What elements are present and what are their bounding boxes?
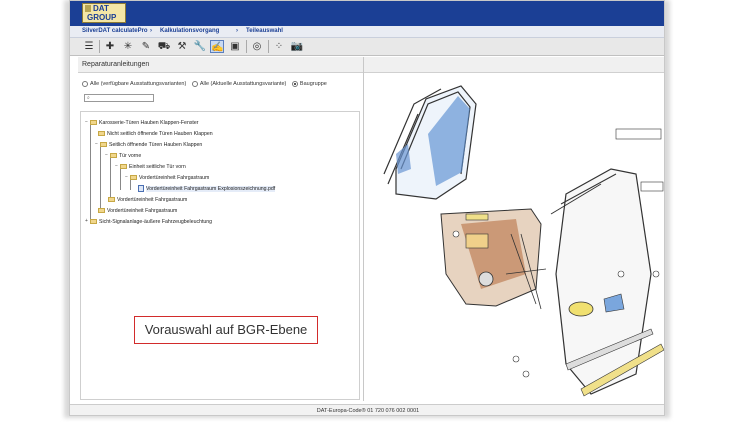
mirror-part	[568, 301, 594, 317]
folder-icon	[108, 197, 115, 203]
tree-node-label: Karosserie-Türen Hauben Klappen-Fenster	[99, 120, 199, 126]
tree-node[interactable]: Vordertüreinheit Fahrgastraum	[108, 196, 187, 204]
pane-divider[interactable]	[363, 57, 364, 401]
tree-node[interactable]: Vordertüreinheit Fahrgastraum	[98, 207, 177, 215]
app-window: DAT GROUP SilverDAT calculatePro › Kalku…	[69, 0, 665, 416]
tree-node[interactable]: − Seitlich öffnende Türen Hauben Klappen	[94, 141, 202, 149]
tree-node[interactable]: − Tür vorne	[104, 152, 141, 160]
callout-annotation: Vorauswahl auf BGR-Ebene	[134, 316, 318, 344]
top-header-bar: DAT GROUP	[70, 1, 664, 26]
expand-icon[interactable]: +	[84, 219, 89, 224]
radio-label: Alle (Aktuelle Ausstattungsvariante)	[199, 81, 287, 87]
folder-icon	[98, 131, 105, 137]
radio-label: Baugruppe	[299, 81, 327, 87]
tire-icon[interactable]: ◎	[250, 40, 264, 53]
camera-icon[interactable]: 📷	[290, 40, 304, 53]
sparkle-icon[interactable]: ✳	[121, 40, 135, 53]
panel-title: Reparaturanleitungen	[78, 57, 664, 73]
breadcrumb-item-teileauswahl[interactable]: Teileauswahl	[246, 28, 283, 34]
dat-group-logo[interactable]: DAT GROUP	[82, 3, 126, 23]
breadcrumb: SilverDAT calculatePro › Kalkulationsvor…	[70, 26, 664, 38]
tree-connector	[90, 123, 91, 223]
toolbar-separator	[99, 40, 100, 53]
car-damage-icon[interactable]: ⚒	[175, 40, 189, 53]
logo-text-dat: DAT	[93, 4, 109, 13]
tree-node-label: Vordertüreinheit Fahrgastraum	[139, 175, 210, 181]
radio-baugruppe[interactable]	[291, 81, 298, 87]
tree-node[interactable]: + Sicht-Signalanlage-äußere Fahrzeugbeleu…	[84, 218, 212, 226]
search-icon: ⌕	[87, 95, 90, 101]
collapse-icon[interactable]: −	[124, 175, 129, 180]
radio-all-variants[interactable]	[82, 81, 88, 87]
folder-icon	[120, 164, 127, 170]
wrench-icon[interactable]: 🔧	[193, 40, 207, 53]
breadcrumb-separator: ›	[150, 28, 152, 34]
tree-connector	[100, 147, 101, 213]
tree-node[interactable]: − Einheit seitliche Tür vorn	[114, 163, 186, 171]
tree-node-pdf[interactable]: Vordertüreinheit Fahrgastraum Explosions…	[138, 185, 276, 193]
paint-icon[interactable]: ✎	[139, 40, 153, 53]
radio-label: Alle (verfügbare Ausstattungsvarianten)	[90, 81, 187, 87]
breadcrumb-item-kalkulationsvorgang[interactable]: Kalkulationsvorgang	[160, 28, 219, 34]
breadcrumb-item-calculatepro[interactable]: SilverDAT calculatePro	[82, 28, 148, 34]
collapse-icon[interactable]: −	[94, 142, 99, 147]
collapse-icon[interactable]: −	[84, 120, 89, 125]
footer-europa-code: DAT-Europa-Code® 01 720 076 002 0001	[70, 404, 664, 415]
tree-node[interactable]: − Karosserie-Türen Hauben Klappen-Fenster	[84, 119, 198, 127]
tree-node-label: Einheit seitliche Tür vorn	[129, 164, 186, 170]
folder-icon	[100, 142, 107, 148]
collapse-icon[interactable]: −	[104, 153, 109, 158]
add-parts-icon[interactable]: ✚	[103, 40, 117, 53]
tree-node[interactable]: − Vordertüreinheit Fahrgastraum	[124, 174, 209, 182]
folder-icon	[90, 219, 97, 225]
repair-tree: − Karosserie-Türen Hauben Klappen-Fenster…	[80, 111, 360, 400]
tree-node-label: Vordertüreinheit Fahrgastraum Explosions…	[146, 186, 276, 192]
image-icon[interactable]: ▣	[228, 40, 242, 53]
toolbar-separator	[246, 40, 247, 53]
tree-node-label: Tür vorne	[119, 153, 142, 159]
menu-icon[interactable]: ☰	[82, 40, 96, 53]
toolbar-separator	[268, 40, 269, 53]
folder-icon	[110, 153, 117, 159]
folder-icon	[130, 175, 137, 181]
tree-node[interactable]: Nicht seitlich öffnende Türen Hauben Kla…	[98, 130, 213, 138]
car-icon[interactable]: ⛟	[157, 40, 171, 53]
tree-node-label: Seitlich öffnende Türen Hauben Klappen	[109, 142, 203, 148]
folder-icon	[98, 208, 105, 214]
tree-node-label: Vordertüreinheit Fahrgastraum	[107, 208, 178, 214]
logo-text-group: GROUP	[87, 13, 117, 22]
search-input[interactable]: ⌕	[84, 94, 154, 102]
radio-current-variant[interactable]	[191, 81, 198, 87]
tree-node-label: Vordertüreinheit Fahrgastraum	[117, 197, 188, 203]
folder-icon	[90, 120, 97, 126]
repair-instructions-icon[interactable]: ✍	[210, 40, 224, 53]
breadcrumb-separator: ›	[236, 28, 238, 34]
collapse-icon[interactable]: −	[114, 164, 119, 169]
exploded-view-drawing[interactable]	[366, 74, 664, 404]
grid-icon[interactable]: ⁘	[272, 40, 286, 53]
toolbar: ☰ ✚ ✳ ✎ ⛟ ⚒ 🔧 ✍ ▣ ◎ ⁘ 📷	[70, 38, 664, 56]
tree-node-label: Sicht-Signalanlage-äußere Fahrzeugbeleuc…	[99, 219, 213, 225]
tree-connector	[120, 168, 121, 190]
door-exploded-drawing	[383, 85, 664, 397]
filter-radio-group: Alle (verfügbare Ausstattungsvarianten) …	[82, 81, 331, 87]
logo-cube-icon	[85, 5, 91, 12]
tree-node-label: Nicht seitlich öffnende Türen Hauben Kla…	[107, 131, 213, 137]
pdf-document-icon	[138, 185, 144, 193]
